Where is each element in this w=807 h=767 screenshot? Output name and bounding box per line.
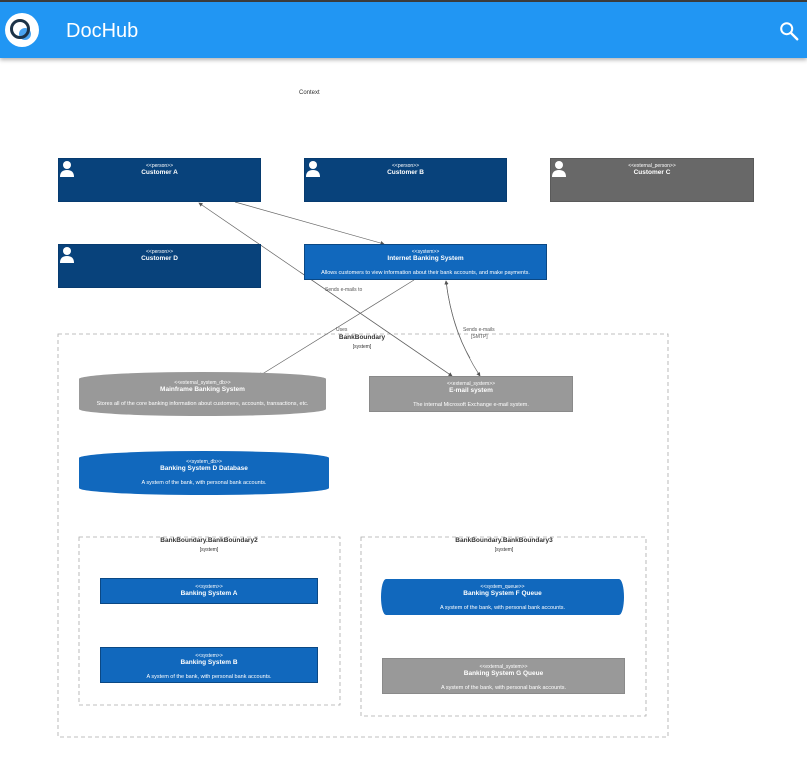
relation-label-smtp: [SMTP] <box>471 334 488 340</box>
element-description: Allows customers to view information abo… <box>321 270 530 276</box>
logo-ring <box>10 19 30 39</box>
relation-label-sends-emails-to: Sends e-mails to <box>325 287 363 293</box>
element-description: A system of the bank, with personal bank… <box>141 480 267 486</box>
element-description: A system of the bank, with personal bank… <box>439 605 566 611</box>
element-description: A system of the bank, with personal bank… <box>146 674 272 680</box>
person-icon <box>60 161 74 177</box>
relation-label-uses: Uses <box>336 327 348 333</box>
system-d-database[interactable]: <<system_db>> Banking System D Database … <box>79 451 329 495</box>
relation-email-to-internet-head <box>444 280 471 359</box>
element-name: E-mail system <box>449 387 493 394</box>
person-customer-c[interactable]: <<external_person>> Customer C <box>550 158 754 202</box>
system-banking-a[interactable]: <<system>> Banking System A <box>100 578 318 604</box>
system-internet-banking[interactable]: <<system>> Internet Banking System Allow… <box>304 244 547 280</box>
person-customer-d[interactable]: <<person>> Customer D <box>58 244 261 288</box>
boundary-bank2-tag: [system] <box>199 547 219 553</box>
boundary-bank3-tag: [system] <box>494 547 514 553</box>
relation-a-to-internet <box>234 201 385 246</box>
search-icon <box>780 22 799 41</box>
boundary-bank-tag: [system] <box>352 344 372 350</box>
diagram-title: Context <box>299 90 320 96</box>
system-banking-f-queue[interactable]: <<system_queue>> Banking System F Queue … <box>381 579 624 615</box>
element-name: Customer B <box>387 169 424 176</box>
element-description: A system of the bank, with personal bank… <box>440 685 567 691</box>
element-name: Banking System B <box>180 659 238 666</box>
system-banking-g-queue[interactable]: <<external_system>> Banking System G Que… <box>382 658 625 694</box>
app-bar: DocHub <box>0 2 807 58</box>
search-button[interactable] <box>778 20 800 42</box>
person-icon <box>552 161 566 177</box>
element-name: Mainframe Banking System <box>160 386 245 393</box>
person-icon <box>306 161 320 177</box>
element-name: Banking System F Queue <box>463 590 542 597</box>
dochub-logo-icon[interactable] <box>5 13 39 47</box>
element-name: Banking System G Queue <box>463 670 544 677</box>
element-name: Banking System D Database <box>160 465 248 472</box>
element-description: Stores all of the core banking informati… <box>96 401 309 407</box>
element-name: Customer D <box>141 255 178 262</box>
person-customer-b[interactable]: <<person>> Customer B <box>304 158 507 202</box>
element-description: The internal Microsoft Exchange e-mail s… <box>413 402 529 408</box>
system-banking-b[interactable]: <<system>> Banking System B A system of … <box>100 647 318 683</box>
boundary-bank2-title: BankBoundary.BankBoundary2 <box>160 537 258 544</box>
boundary-bank-title: BankBoundary <box>338 334 386 341</box>
person-icon <box>60 247 74 263</box>
relation-label-sends-emails: Sends e-mails <box>463 327 495 333</box>
boundary-bank3-title: BankBoundary.BankBoundary3 <box>455 537 553 544</box>
system-email[interactable]: <<external_system>> E-mail system The in… <box>369 376 573 412</box>
element-name: Internet Banking System <box>387 255 464 262</box>
element-name: Customer A <box>141 169 178 176</box>
system-mainframe-banking[interactable]: <<external_system_db>> Mainframe Banking… <box>79 372 326 416</box>
person-customer-a[interactable]: <<person>> Customer A <box>58 158 261 202</box>
relation-a-email-head <box>299 271 453 377</box>
app-title: DocHub <box>66 20 139 42</box>
diagram-canvas: Context <<person>> Customer A <<person>>… <box>0 58 807 767</box>
element-name: Customer C <box>633 169 671 176</box>
element-name: Banking System A <box>180 590 238 597</box>
